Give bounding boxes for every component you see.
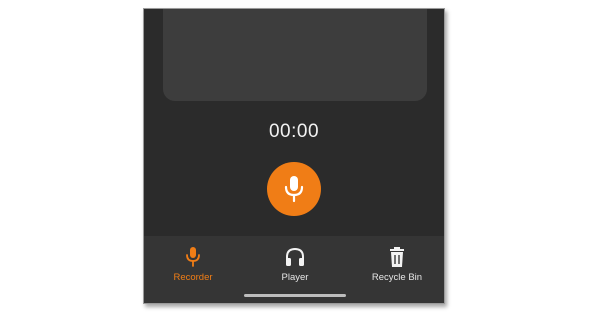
trash-icon <box>390 247 404 267</box>
nav-recycle-bin-label: Recycle Bin <box>371 272 423 283</box>
nav-player-label: Player <box>281 272 309 283</box>
headphones-icon <box>286 247 304 266</box>
nav-recycle-bin[interactable]: Recycle Bin <box>352 246 442 283</box>
recording-timer: 00:00 <box>268 121 320 142</box>
nav-recorder[interactable]: Recorder <box>148 246 238 283</box>
waveform-panel <box>163 9 427 101</box>
microphone-icon <box>284 176 304 203</box>
microphone-icon <box>186 247 200 267</box>
nav-recorder-label: Recorder <box>173 272 213 283</box>
phone-screen: 00:00 Recorder Player Recycle Bin <box>143 8 445 304</box>
nav-player[interactable]: Player <box>250 246 340 283</box>
home-indicator[interactable] <box>244 294 346 297</box>
record-button[interactable] <box>267 162 321 216</box>
